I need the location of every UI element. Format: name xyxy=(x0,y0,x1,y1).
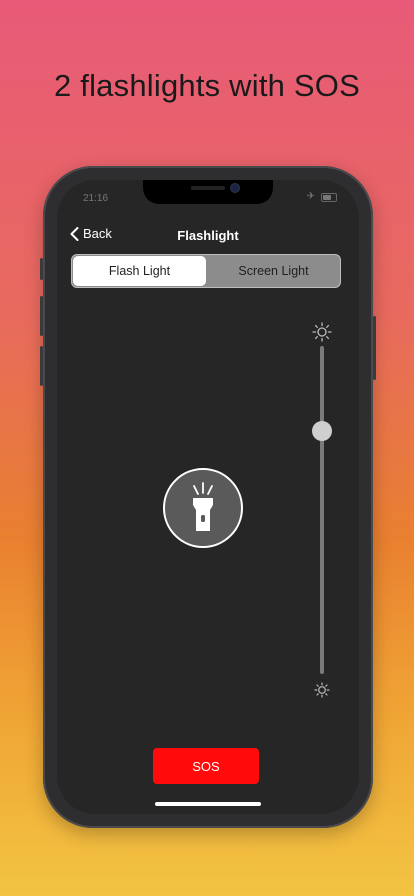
home-indicator xyxy=(155,802,261,806)
status-icons: ✈ xyxy=(307,192,337,202)
segment-flash-light[interactable]: Flash Light xyxy=(73,256,206,286)
promo-headline: 2 flashlights with SOS xyxy=(54,68,360,103)
volume-down-button xyxy=(40,346,43,386)
airplane-icon: ✈ xyxy=(306,191,315,202)
mute-switch xyxy=(40,258,43,280)
phone-frame: 21:16 ✈ Back Flashlight Flash Light Scre… xyxy=(40,166,376,828)
speaker xyxy=(191,186,225,190)
sos-button[interactable]: SOS xyxy=(153,748,259,784)
notch xyxy=(143,180,273,204)
light-mode-segmented-control: Flash Light Screen Light xyxy=(71,254,341,288)
volume-up-button xyxy=(40,296,43,336)
nav-bar: Back Flashlight xyxy=(57,224,359,248)
brightness-slider-track[interactable] xyxy=(320,346,324,674)
sun-bright-icon xyxy=(312,322,332,342)
page-title: Flashlight xyxy=(177,228,239,243)
power-button xyxy=(373,316,376,380)
camera xyxy=(231,184,239,192)
segment-screen-light[interactable]: Screen Light xyxy=(207,255,340,287)
brightness-slider-thumb[interactable] xyxy=(312,421,332,442)
flashlight-toggle-button[interactable] xyxy=(163,468,243,548)
phone-screen: 21:16 ✈ Back Flashlight Flash Light Scre… xyxy=(57,180,359,814)
sun-dim-icon xyxy=(314,682,330,698)
flashlight-icon xyxy=(193,482,213,531)
battery-icon xyxy=(321,192,337,202)
status-time: 21:16 xyxy=(83,193,109,204)
